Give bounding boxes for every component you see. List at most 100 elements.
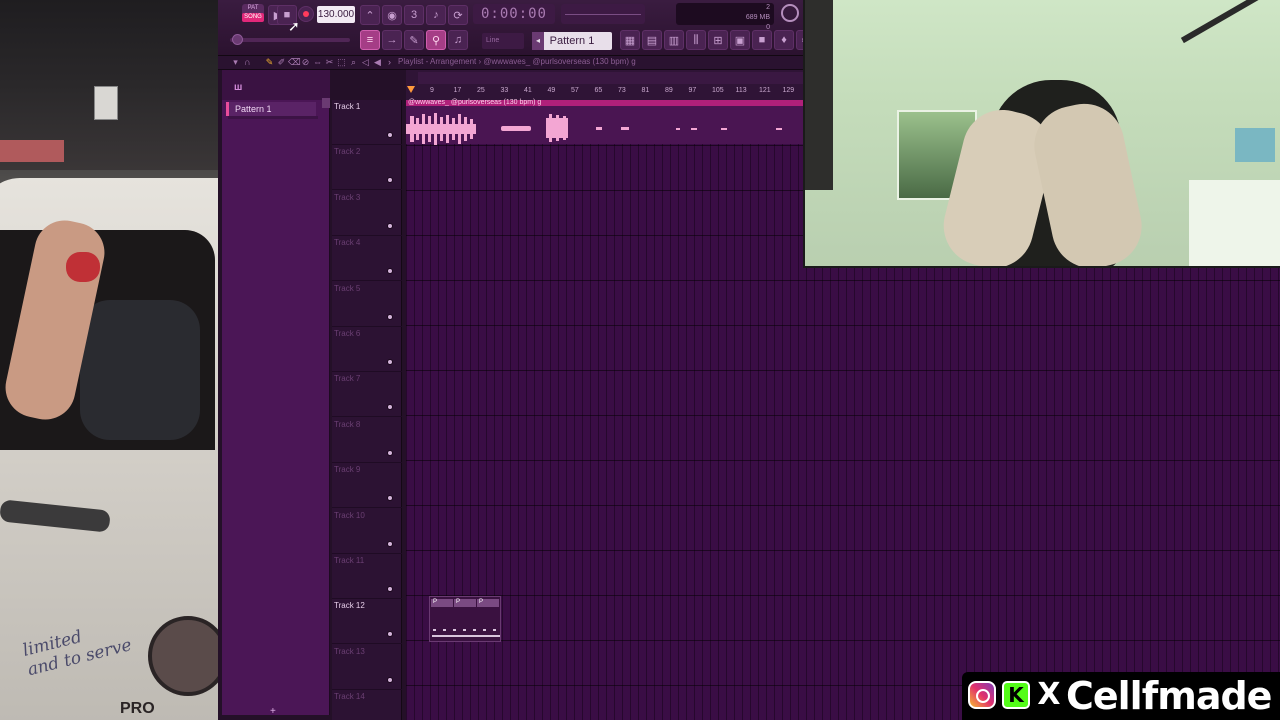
track-header[interactable]: Track 6 — [332, 327, 402, 372]
link-icon[interactable]: ⚲ — [426, 30, 446, 50]
snap-select[interactable]: Line — [482, 33, 524, 49]
mic-icon[interactable]: ♦ — [774, 30, 794, 50]
plugin-icon[interactable]: ▣ — [730, 30, 750, 50]
slip-tool-icon[interactable]: ⇔ — [312, 57, 323, 68]
track-mute-button[interactable] — [387, 676, 393, 683]
ruler-tick-label: 81 — [641, 87, 650, 94]
track-header[interactable]: Track 8 — [332, 418, 402, 463]
track-mute-button[interactable] — [387, 177, 393, 184]
car-logo — [148, 616, 218, 696]
track-mute-button[interactable] — [387, 495, 393, 502]
track-name: Track 6 — [334, 329, 361, 338]
magnet-icon[interactable]: ∩ — [242, 57, 253, 68]
ruler-tick-label: 41 — [524, 87, 532, 94]
zoom-tool-icon[interactable]: ⌕ — [348, 57, 359, 68]
track-mute-button[interactable] — [387, 359, 393, 365]
metronome-bell-icon[interactable]: ♫ — [448, 30, 468, 50]
record-button[interactable] — [298, 6, 314, 22]
paint-tool-icon[interactable]: ✐ — [276, 57, 287, 68]
select-tool-icon[interactable]: ⬚ — [336, 57, 347, 68]
track-header[interactable]: Track 11 — [332, 554, 402, 599]
track-header[interactable]: Track 12 — [332, 599, 402, 645]
playhead-marker[interactable] — [407, 86, 415, 93]
red-sign — [0, 140, 64, 162]
step-edit-icon[interactable]: ♪ — [426, 5, 446, 25]
ruler-tick-label: 97 — [688, 87, 697, 94]
speaker-icon[interactable]: ◀ — [372, 57, 383, 68]
track-header[interactable]: Track 2 — [332, 145, 402, 191]
picker-scroll-handle[interactable] — [322, 98, 330, 108]
pattern-notes — [432, 629, 500, 637]
ruler-tick-label: 65 — [594, 87, 603, 94]
mixer-icon[interactable]: ⫼ — [686, 30, 706, 50]
wait-input-icon[interactable]: ◉ — [382, 5, 402, 25]
save-icon[interactable]: ■ — [752, 30, 772, 50]
track-header[interactable]: Track 9 — [332, 463, 402, 509]
playlist-view-icon[interactable]: ≡ — [360, 30, 380, 50]
mute-tool-icon[interactable]: ⊘ — [300, 57, 311, 68]
pattern-arrow-icon[interactable]: ◂ — [532, 32, 544, 50]
track-name: Track 9 — [334, 465, 361, 475]
track-header[interactable]: Track 14 — [332, 690, 402, 720]
ruler-tick-label: 73 — [618, 87, 626, 94]
car-door-text-2: PRO — [120, 700, 155, 717]
social-handle: Cellfmade — [1066, 674, 1272, 718]
track-mute-button[interactable] — [387, 540, 393, 547]
snap-tool-icon[interactable]: › — [384, 57, 395, 68]
pattern-clip[interactable]: P P P — [429, 596, 501, 642]
pencil-tool-icon[interactable]: ✎ — [404, 30, 424, 50]
track-name: Track 14 — [334, 692, 365, 702]
track-mute-button[interactable] — [387, 132, 393, 138]
track-header[interactable]: Track 3 — [332, 191, 402, 236]
track-header[interactable]: Track 13 — [332, 645, 402, 690]
ruler-tick-label: 105 — [712, 87, 724, 94]
track-mute-button[interactable] — [387, 449, 393, 456]
slider-knob[interactable] — [232, 34, 243, 45]
draw-tool-icon[interactable]: ✎ — [264, 57, 275, 68]
browser-icon[interactable]: ⊞ — [708, 30, 728, 50]
track-header[interactable]: Track 4 — [332, 236, 402, 282]
ruler-tick-label: 25 — [477, 87, 485, 94]
master-volume-slider[interactable] — [230, 34, 350, 45]
picker-item-pattern-1[interactable]: Pattern 1 — [226, 102, 316, 116]
track-mute-button[interactable] — [387, 404, 393, 411]
arrow-right-icon[interactable]: → — [382, 30, 402, 50]
menu-arrow-icon[interactable]: ▾ — [230, 57, 241, 68]
track-mute-button[interactable] — [387, 631, 393, 638]
channel-rack-icon[interactable]: ▥ — [664, 30, 684, 50]
add-pattern-button[interactable]: + — [270, 706, 276, 717]
instagram-icon — [968, 681, 996, 709]
countdown-icon[interactable]: 3 — [404, 5, 424, 25]
track-header[interactable]: Track 10 — [332, 509, 402, 554]
track-header[interactable]: Track 1 — [332, 100, 402, 145]
track-mute-button[interactable] — [387, 268, 393, 275]
playlist-icon[interactable]: ▦ — [620, 30, 640, 50]
loop-record-icon[interactable]: ⟳ — [448, 5, 468, 25]
person-red-cap — [66, 252, 100, 282]
track-header[interactable]: Track 5 — [332, 282, 402, 327]
audio-clip[interactable]: @wwwaves_ @purlsoverseas (130 bpm) g — [406, 99, 804, 145]
ruler-tick-label: 33 — [500, 87, 509, 94]
track-mute-button[interactable] — [387, 586, 393, 592]
track-name: Track 1 — [334, 102, 361, 111]
delete-tool-icon[interactable]: ⌫ — [288, 57, 301, 68]
pattern-selector[interactable]: Pattern 1 — [532, 32, 612, 50]
ruler-tick-label: 89 — [665, 87, 673, 94]
picker-panel: ш Pattern 1 + — [222, 70, 330, 717]
pat-song-toggle[interactable]: PAT SONG — [242, 4, 264, 22]
piano-roll-icon[interactable]: ▤ — [642, 30, 662, 50]
power-icon[interactable] — [781, 4, 799, 22]
tempo-display[interactable]: 130.000 — [317, 6, 355, 23]
mouse-cursor-icon: ➚ — [288, 18, 300, 34]
pattern-picker-icon[interactable]: ш — [234, 82, 242, 93]
ruler-tick-label: 17 — [453, 87, 462, 94]
track-mute-button[interactable] — [387, 313, 393, 320]
song-label: SONG — [242, 13, 264, 22]
audio-clip-label: @wwwaves_ @purlsoverseas (130 bpm) g — [408, 99, 542, 106]
track-header[interactable]: Track 7 — [332, 372, 402, 418]
slice-tool-icon[interactable]: ✂ — [324, 57, 335, 68]
playback-tool-icon[interactable]: ◁ — [360, 57, 371, 68]
track-mute-button[interactable] — [387, 222, 393, 229]
metronome-icon[interactable]: ⌃ — [360, 5, 380, 25]
ruler-tick-label: 121 — [759, 87, 771, 94]
